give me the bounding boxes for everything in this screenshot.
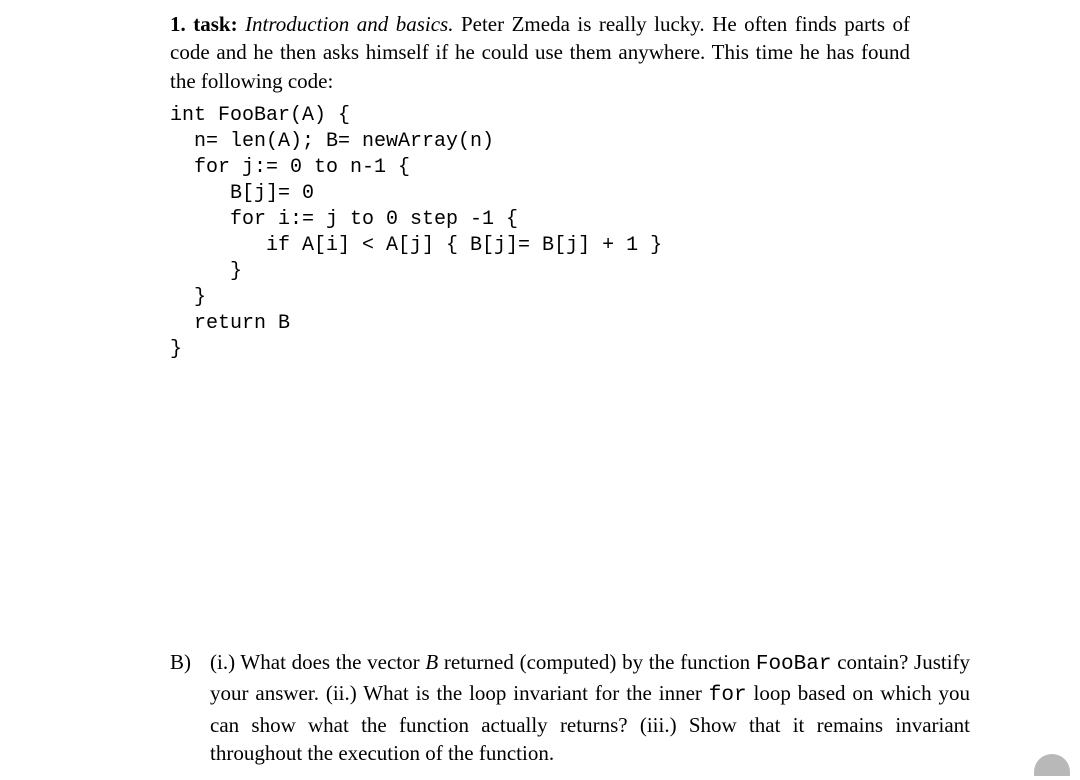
code-line: return B (170, 312, 290, 335)
code-line: } (170, 338, 182, 361)
blank-gap (170, 373, 1040, 648)
code-line: } (170, 260, 242, 283)
code-line: for i:= j to 0 step -1 { (170, 208, 518, 231)
subpart-ii-text: What is the loop invariant for the inner (363, 681, 709, 705)
subpart-iii-label: (iii.) (640, 713, 677, 737)
code-line: n= len(A); B= newArray(n) (170, 130, 494, 153)
function-name: FooBar (756, 653, 832, 676)
subpart-i-text: returned (computed) by the function (444, 650, 756, 674)
code-block: int FooBar(A) { n= len(A); B= newArray(n… (170, 103, 1040, 363)
code-line: if A[i] < A[j] { B[j]= B[j] + 1 } (170, 234, 662, 257)
subpart-i-text: What does the vector (240, 650, 425, 674)
keyword-for: for (709, 684, 747, 707)
code-line: int FooBar(A) { (170, 104, 350, 127)
code-line: } (170, 286, 206, 309)
subpart-ii-label: (ii.) (326, 681, 357, 705)
variable-B: B (425, 650, 438, 674)
code-line: for j:= 0 to n-1 { (170, 156, 410, 179)
code-line: B[j]= 0 (170, 182, 314, 205)
part-b-label: B) (170, 648, 210, 767)
task-intro-paragraph: 1. task: Introduction and basics. Peter … (170, 10, 1040, 95)
part-b-content: (i.) What does the vector B returned (co… (210, 648, 970, 767)
task-number: 1. task: (170, 12, 238, 36)
page-corner-decoration (1034, 754, 1070, 776)
part-b-container: B) (i.) What does the vector B returned … (170, 648, 1040, 767)
task-title: Introduction and basics. (245, 12, 453, 36)
subpart-i-label: (i.) (210, 650, 235, 674)
